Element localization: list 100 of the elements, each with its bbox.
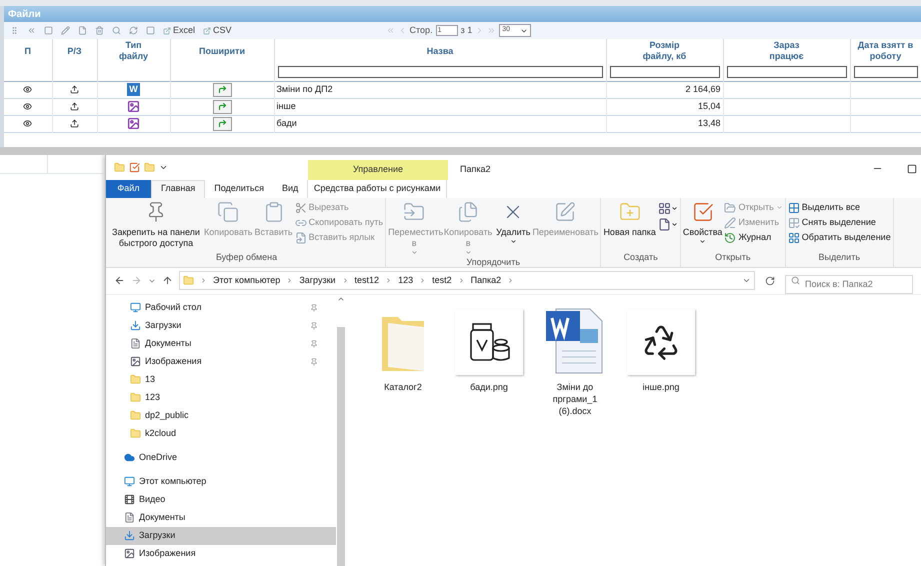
export-button[interactable]: Excel (163, 24, 196, 38)
breadcrumb-item[interactable]: Этот компьютер (213, 274, 280, 288)
filter-field[interactable] (278, 66, 602, 78)
column-header[interactable]: Поширити (170, 39, 274, 63)
filter-field[interactable] (854, 66, 918, 78)
column-header[interactable]: Тип файлу (97, 39, 170, 63)
column-header[interactable]: Назва (274, 39, 606, 63)
file-name[interactable]: інше.png (629, 380, 693, 392)
nav-item[interactable]: 123 (106, 388, 336, 406)
nav-item[interactable]: Изображения (106, 544, 336, 562)
chevron-right-icon[interactable] (286, 277, 294, 284)
nav-item[interactable]: dp2_public (106, 406, 336, 424)
ribbon-button[interactable]: Снять выделение (788, 216, 891, 228)
ribbon-button[interactable]: Выделить все (788, 202, 891, 214)
delete-icon[interactable] (95, 26, 104, 35)
caret-icon (464, 248, 472, 256)
ribbon-tab[interactable]: Вид (272, 180, 308, 198)
square-icon[interactable] (146, 26, 155, 35)
ribbon-tab[interactable]: Файл (106, 180, 151, 198)
export-button[interactable]: CSV (203, 24, 232, 38)
supplement-jar-icon (467, 322, 511, 362)
nav-item[interactable]: Загрузки (106, 526, 336, 544)
filter-field[interactable] (610, 66, 720, 78)
film-icon (124, 494, 135, 505)
collapse-icon[interactable] (27, 26, 36, 35)
view-icon[interactable] (23, 102, 32, 111)
refresh-icon[interactable] (765, 276, 775, 286)
search-icon[interactable] (112, 26, 121, 35)
upload-icon[interactable] (70, 102, 79, 111)
nav-item[interactable]: Этот компьютер (106, 472, 336, 490)
file-name[interactable]: Каталог2 (371, 380, 435, 392)
chevron-right-icon[interactable] (200, 277, 207, 284)
ribbon-button[interactable]: Свойства (682, 200, 722, 251)
rename-icon (554, 200, 576, 222)
chevron-right-icon[interactable] (458, 277, 465, 284)
nav-item[interactable]: Видео (106, 490, 336, 508)
ribbon-icon-button[interactable] (658, 218, 678, 230)
breadcrumb-item[interactable]: 123 (398, 274, 414, 288)
breadcrumb-item[interactable]: test12 (354, 274, 380, 288)
breadcrumb-item[interactable]: Загрузки (299, 274, 336, 288)
document-icon (124, 512, 135, 523)
ribbon-tab[interactable]: Поделиться (205, 180, 273, 198)
view-icon[interactable] (23, 84, 32, 94)
breadcrumb-item[interactable]: test2 (432, 274, 452, 288)
nav-item[interactable]: Изображения (106, 352, 336, 370)
chevron-right-icon[interactable] (342, 277, 349, 284)
view-icon[interactable] (23, 118, 32, 128)
forward-icon[interactable] (131, 275, 142, 286)
grip-icon[interactable] (10, 26, 19, 35)
properties-icon[interactable] (129, 162, 140, 172)
nav-item[interactable]: Рабочий стол (106, 298, 336, 316)
filter-field[interactable] (726, 66, 846, 78)
column-header[interactable]: Дата взятт в роботу (850, 39, 921, 63)
ribbon-button[interactable]: Обратить выделение (788, 232, 891, 244)
column-header[interactable]: Розмір файлу, кб (606, 39, 723, 63)
nav-item[interactable]: Документы (106, 334, 336, 352)
nav-item[interactable]: k2cloud (106, 424, 336, 442)
size-cell: 2 164,69 (606, 81, 723, 98)
upload-icon[interactable] (70, 84, 79, 94)
ribbon-button[interactable]: Закрепить на панели быстрого доступа (110, 200, 202, 251)
share-button[interactable] (212, 82, 232, 96)
breadcrumb-item[interactable]: Папка2 (470, 274, 502, 288)
contextual-group-label: Управление (352, 162, 404, 176)
column-header[interactable]: Зараз працює (723, 39, 850, 63)
share-button[interactable] (212, 100, 232, 114)
folder-icon (130, 374, 141, 385)
nav-item[interactable]: 13 (106, 370, 336, 388)
nav-item[interactable]: Загрузки (106, 316, 336, 334)
ribbon-button[interactable]: Журнал (724, 232, 783, 244)
column-header[interactable]: Р/З (52, 39, 97, 63)
picture-icon (130, 356, 141, 367)
pin-icon (310, 358, 318, 366)
ribbon-icon-button[interactable] (658, 202, 678, 214)
address-bar[interactable]: Этот компьютер Загрузки test12 123 test2 Папка2 (179, 271, 755, 290)
share-button[interactable] (212, 116, 232, 130)
download-arrow-icon (130, 320, 141, 331)
chevron-right-icon[interactable] (507, 277, 514, 284)
edit-icon[interactable] (61, 26, 70, 35)
image-file-icon (127, 100, 140, 113)
new-file-icon[interactable] (78, 26, 87, 35)
nav-item[interactable]: OneDrive (106, 448, 336, 466)
size-cell: 13,48 (606, 115, 723, 132)
maximize-icon[interactable] (907, 164, 917, 174)
upload-icon[interactable] (70, 118, 79, 128)
file-icon (658, 218, 671, 230)
ribbon-tab[interactable]: Главная (151, 180, 206, 198)
page-label: Стор. (410, 24, 433, 37)
back-icon[interactable] (114, 275, 125, 286)
search-field[interactable]: Поиск в: Папка2 (785, 274, 913, 294)
column-header[interactable]: П (4, 39, 52, 63)
dropdown-icon[interactable] (742, 276, 751, 285)
up-icon[interactable] (162, 275, 173, 286)
nav-item[interactable]: Документы (106, 508, 336, 526)
ribbon-button[interactable]: Удалить (496, 200, 530, 256)
ribbon-button[interactable]: Новая папка (603, 200, 656, 251)
file-name[interactable]: Зміни до прграми_1 (6).docx (543, 380, 607, 416)
file-name[interactable]: бади.png (457, 380, 521, 392)
chevron-right-icon[interactable] (385, 277, 392, 284)
panel-title: Файли (8, 8, 41, 22)
chevron-right-icon[interactable] (419, 277, 426, 284)
